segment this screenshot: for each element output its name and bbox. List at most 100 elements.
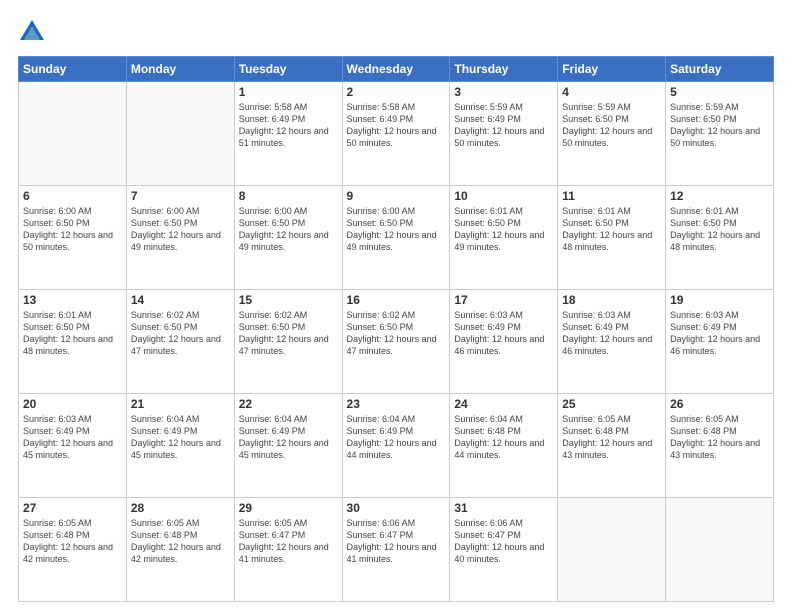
day-info: Sunrise: 6:01 AM Sunset: 6:50 PM Dayligh… [670,205,769,254]
calendar-header-row: SundayMondayTuesdayWednesdayThursdayFrid… [19,57,774,82]
logo-icon [18,18,46,46]
calendar-day-cell [126,82,234,186]
calendar-day-cell: 24 Sunrise: 6:04 AM Sunset: 6:48 PM Dayli… [450,394,558,498]
calendar-header-day: Tuesday [234,57,342,82]
calendar-day-cell: 4Sunrise: 5:59 AM Sunset: 6:50 PM Daylig… [558,82,666,186]
day-number: 13 [23,293,122,307]
day-number: 31 [454,501,553,515]
day-info: Sunrise: 6:04 AM Sunset: 6:49 PM Dayligh… [347,413,446,462]
day-info: Sunrise: 5:59 AM Sunset: 6:49 PM Dayligh… [454,101,553,150]
day-number: 21 [131,397,230,411]
calendar-header-day: Friday [558,57,666,82]
calendar-header-day: Monday [126,57,234,82]
day-info: Sunrise: 6:06 AM Sunset: 6:47 PM Dayligh… [347,517,446,566]
calendar-day-cell [558,498,666,602]
calendar-day-cell: 30 Sunrise: 6:06 AM Sunset: 6:47 PM Dayli… [342,498,450,602]
calendar-day-cell: 22Sunrise: 6:04 AM Sunset: 6:49 PM Dayli… [234,394,342,498]
day-number: 24 [454,397,553,411]
day-info: Sunrise: 6:03 AM Sunset: 6:49 PM Dayligh… [670,309,769,358]
day-number: 20 [23,397,122,411]
calendar-day-cell: 13Sunrise: 6:01 AM Sunset: 6:50 PM Dayli… [19,290,127,394]
day-info: Sunrise: 6:01 AM Sunset: 6:50 PM Dayligh… [454,205,553,254]
day-info: Sunrise: 6:02 AM Sunset: 6:50 PM Dayligh… [131,309,230,358]
calendar-day-cell: 7 Sunrise: 6:00 AM Sunset: 6:50 PM Daylig… [126,186,234,290]
day-number: 2 [347,85,446,99]
day-number: 18 [562,293,661,307]
day-number: 23 [347,397,446,411]
day-number: 6 [23,189,122,203]
day-number: 17 [454,293,553,307]
calendar-day-cell: 6 Sunrise: 6:00 AM Sunset: 6:50 PM Daylig… [19,186,127,290]
day-info: Sunrise: 6:05 AM Sunset: 6:48 PM Dayligh… [23,517,122,566]
day-number: 3 [454,85,553,99]
day-number: 25 [562,397,661,411]
day-number: 8 [239,189,338,203]
day-number: 9 [347,189,446,203]
day-info: Sunrise: 6:04 AM Sunset: 6:48 PM Dayligh… [454,413,553,462]
day-info: Sunrise: 5:58 AM Sunset: 6:49 PM Dayligh… [239,101,338,150]
day-info: Sunrise: 6:05 AM Sunset: 6:48 PM Dayligh… [131,517,230,566]
day-info: Sunrise: 6:05 AM Sunset: 6:48 PM Dayligh… [562,413,661,462]
calendar-day-cell: 10Sunrise: 6:01 AM Sunset: 6:50 PM Dayli… [450,186,558,290]
calendar-day-cell: 3 Sunrise: 5:59 AM Sunset: 6:49 PM Daylig… [450,82,558,186]
calendar-week-row: 6 Sunrise: 6:00 AM Sunset: 6:50 PM Daylig… [19,186,774,290]
day-number: 28 [131,501,230,515]
calendar-day-cell: 11Sunrise: 6:01 AM Sunset: 6:50 PM Dayli… [558,186,666,290]
calendar-day-cell: 12 Sunrise: 6:01 AM Sunset: 6:50 PM Dayli… [666,186,774,290]
calendar-day-cell: 21Sunrise: 6:04 AM Sunset: 6:49 PM Dayli… [126,394,234,498]
calendar-week-row: 13Sunrise: 6:01 AM Sunset: 6:50 PM Dayli… [19,290,774,394]
calendar-table: SundayMondayTuesdayWednesdayThursdayFrid… [18,56,774,602]
day-info: Sunrise: 6:02 AM Sunset: 6:50 PM Dayligh… [347,309,446,358]
day-info: Sunrise: 6:00 AM Sunset: 6:50 PM Dayligh… [131,205,230,254]
day-number: 22 [239,397,338,411]
calendar-week-row: 1 Sunrise: 5:58 AM Sunset: 6:49 PM Daylig… [19,82,774,186]
day-number: 14 [131,293,230,307]
day-info: Sunrise: 6:00 AM Sunset: 6:50 PM Dayligh… [239,205,338,254]
calendar-header-day: Saturday [666,57,774,82]
calendar-day-cell: 19 Sunrise: 6:03 AM Sunset: 6:49 PM Dayli… [666,290,774,394]
day-info: Sunrise: 6:03 AM Sunset: 6:49 PM Dayligh… [562,309,661,358]
calendar-week-row: 20 Sunrise: 6:03 AM Sunset: 6:49 PM Dayli… [19,394,774,498]
calendar-header-day: Sunday [19,57,127,82]
calendar-day-cell: 25 Sunrise: 6:05 AM Sunset: 6:48 PM Dayli… [558,394,666,498]
day-number: 4 [562,85,661,99]
day-number: 29 [239,501,338,515]
day-number: 1 [239,85,338,99]
calendar-day-cell [666,498,774,602]
day-number: 15 [239,293,338,307]
day-number: 12 [670,189,769,203]
day-number: 19 [670,293,769,307]
calendar-day-cell: 18 Sunrise: 6:03 AM Sunset: 6:49 PM Dayli… [558,290,666,394]
day-number: 30 [347,501,446,515]
day-info: Sunrise: 6:05 AM Sunset: 6:48 PM Dayligh… [670,413,769,462]
calendar-day-cell: 28 Sunrise: 6:05 AM Sunset: 6:48 PM Dayli… [126,498,234,602]
calendar-week-row: 27Sunrise: 6:05 AM Sunset: 6:48 PM Dayli… [19,498,774,602]
logo [18,18,50,46]
day-info: Sunrise: 6:06 AM Sunset: 6:47 PM Dayligh… [454,517,553,566]
day-number: 16 [347,293,446,307]
calendar-day-cell: 20 Sunrise: 6:03 AM Sunset: 6:49 PM Dayli… [19,394,127,498]
day-info: Sunrise: 6:03 AM Sunset: 6:49 PM Dayligh… [23,413,122,462]
calendar-day-cell: 9 Sunrise: 6:00 AM Sunset: 6:50 PM Daylig… [342,186,450,290]
calendar-day-cell [19,82,127,186]
calendar-day-cell: 2 Sunrise: 5:58 AM Sunset: 6:49 PM Daylig… [342,82,450,186]
calendar-header-day: Wednesday [342,57,450,82]
day-info: Sunrise: 6:05 AM Sunset: 6:47 PM Dayligh… [239,517,338,566]
day-info: Sunrise: 5:59 AM Sunset: 6:50 PM Dayligh… [670,101,769,150]
day-info: Sunrise: 5:58 AM Sunset: 6:49 PM Dayligh… [347,101,446,150]
day-info: Sunrise: 6:00 AM Sunset: 6:50 PM Dayligh… [23,205,122,254]
calendar-day-cell: 15Sunrise: 6:02 AM Sunset: 6:50 PM Dayli… [234,290,342,394]
calendar-day-cell: 1 Sunrise: 5:58 AM Sunset: 6:49 PM Daylig… [234,82,342,186]
calendar-day-cell: 27Sunrise: 6:05 AM Sunset: 6:48 PM Dayli… [19,498,127,602]
calendar-day-cell: 17Sunrise: 6:03 AM Sunset: 6:49 PM Dayli… [450,290,558,394]
day-info: Sunrise: 6:00 AM Sunset: 6:50 PM Dayligh… [347,205,446,254]
calendar-day-cell: 14 Sunrise: 6:02 AM Sunset: 6:50 PM Dayli… [126,290,234,394]
calendar-day-cell: 31 Sunrise: 6:06 AM Sunset: 6:47 PM Dayli… [450,498,558,602]
calendar-day-cell: 8 Sunrise: 6:00 AM Sunset: 6:50 PM Daylig… [234,186,342,290]
calendar-day-cell: 26Sunrise: 6:05 AM Sunset: 6:48 PM Dayli… [666,394,774,498]
day-number: 7 [131,189,230,203]
day-number: 11 [562,189,661,203]
day-number: 5 [670,85,769,99]
calendar-day-cell: 16 Sunrise: 6:02 AM Sunset: 6:50 PM Dayli… [342,290,450,394]
page: SundayMondayTuesdayWednesdayThursdayFrid… [0,0,792,612]
